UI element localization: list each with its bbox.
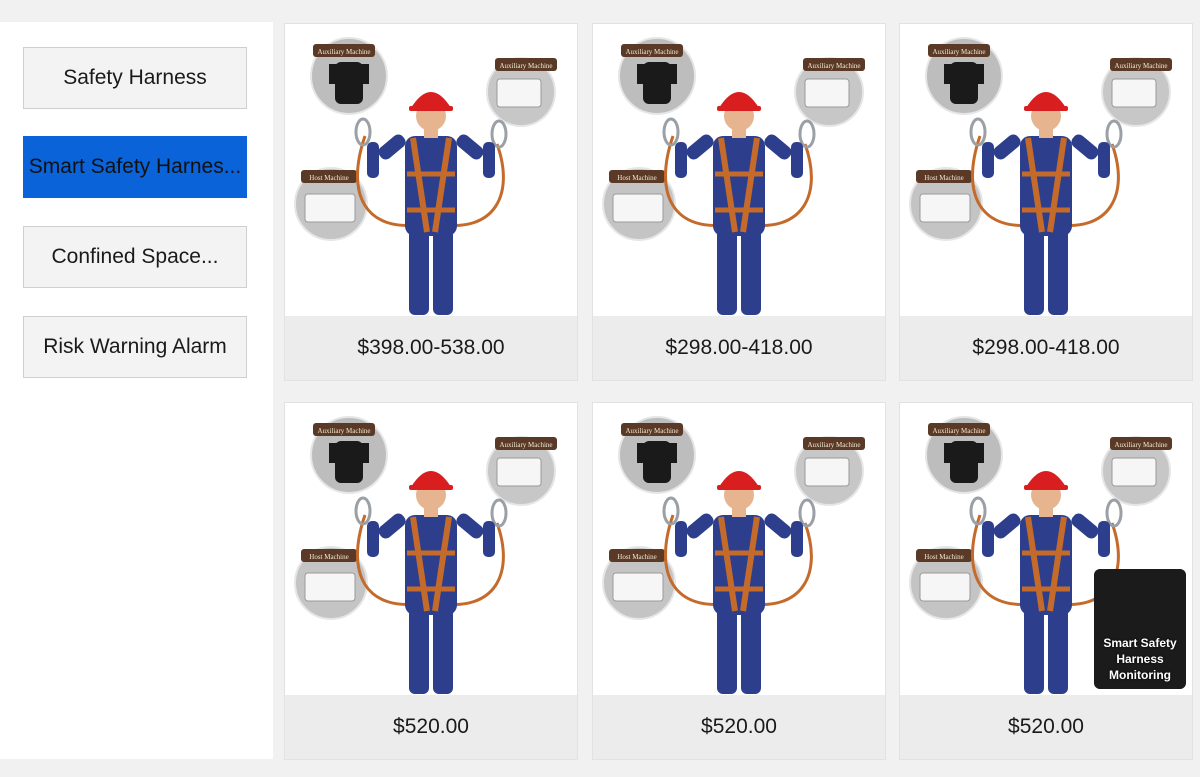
- svg-text:Host Machine: Host Machine: [617, 553, 656, 561]
- auxiliary-device-bubble: Auxiliary Machine: [794, 57, 865, 127]
- category-sidebar: Safety Harness Smart Safety Harnes... Co…: [0, 22, 273, 759]
- auxiliary-device-bubble: Auxiliary Machine: [618, 37, 696, 115]
- category-safety-harness[interactable]: Safety Harness: [23, 47, 247, 109]
- auxiliary-device-bubble: Auxiliary Machine: [486, 57, 557, 127]
- category-label: Risk Warning Alarm: [43, 335, 227, 358]
- category-risk-warning-alarm[interactable]: Risk Warning Alarm: [23, 316, 247, 378]
- svg-text:Host Machine: Host Machine: [924, 553, 963, 561]
- svg-text:Host Machine: Host Machine: [924, 174, 963, 182]
- category-confined-space[interactable]: Confined Space...: [23, 226, 247, 288]
- auxiliary-device-bubble: Auxiliary Machine: [925, 416, 1003, 494]
- worker-figure: [675, 471, 803, 694]
- product-image[interactable]: Auxiliary Machine Auxiliary Machine Host…: [593, 403, 885, 695]
- product-image[interactable]: Auxiliary Machine Auxiliary Machine Host…: [285, 403, 577, 695]
- svg-text:Auxiliary Machine: Auxiliary Machine: [1114, 62, 1167, 70]
- auxiliary-device-bubble: Auxiliary Machine: [486, 436, 557, 506]
- auxiliary-device-bubble: Auxiliary Machine: [925, 37, 1003, 115]
- svg-text:Auxiliary Machine: Auxiliary Machine: [932, 427, 985, 435]
- product-price: $398.00-538.00: [285, 316, 577, 380]
- product-image[interactable]: Auxiliary Machine Auxiliary Machine Host…: [593, 24, 885, 316]
- product-card[interactable]: Auxiliary Machine Auxiliary Machine Host…: [899, 402, 1193, 760]
- auxiliary-device-bubble: Auxiliary Machine: [1101, 436, 1172, 506]
- product-card[interactable]: Auxiliary Machine Auxiliary Machine Host…: [592, 23, 886, 381]
- svg-text:Auxiliary Machine: Auxiliary Machine: [1114, 441, 1167, 449]
- product-card[interactable]: Auxiliary Machine Auxiliary Machine Host…: [899, 23, 1193, 381]
- auxiliary-device-bubble: Auxiliary Machine: [618, 416, 696, 494]
- category-label: Safety Harness: [63, 66, 207, 89]
- product-price: $520.00: [285, 695, 577, 759]
- svg-text:Auxiliary Machine: Auxiliary Machine: [932, 48, 985, 56]
- product-price: $298.00-418.00: [593, 316, 885, 380]
- product-card[interactable]: Auxiliary Machine Auxiliary Machine Host…: [284, 23, 578, 381]
- product-price: $298.00-418.00: [900, 316, 1192, 380]
- svg-text:Auxiliary Machine: Auxiliary Machine: [807, 441, 860, 449]
- svg-text:Auxiliary Machine: Auxiliary Machine: [317, 427, 370, 435]
- monitoring-kit-case: Smart Safety Harness Monitoring: [1094, 569, 1186, 689]
- auxiliary-device-bubble: Auxiliary Machine: [310, 416, 388, 494]
- auxiliary-device-bubble: Auxiliary Machine: [794, 436, 865, 506]
- worker-figure: [675, 92, 803, 315]
- auxiliary-device-bubble: Auxiliary Machine: [310, 37, 388, 115]
- product-image[interactable]: Auxiliary Machine Auxiliary Machine Host…: [285, 24, 577, 316]
- product-card[interactable]: Auxiliary Machine Auxiliary Machine Host…: [592, 402, 886, 760]
- worker-figure: [982, 471, 1110, 694]
- svg-text:Host Machine: Host Machine: [309, 553, 348, 561]
- svg-text:Auxiliary Machine: Auxiliary Machine: [499, 441, 552, 449]
- product-card[interactable]: Auxiliary Machine Auxiliary Machine Host…: [284, 402, 578, 760]
- svg-text:Auxiliary Machine: Auxiliary Machine: [499, 62, 552, 70]
- svg-text:Auxiliary Machine: Auxiliary Machine: [625, 427, 678, 435]
- svg-text:Auxiliary Machine: Auxiliary Machine: [317, 48, 370, 56]
- category-label: Smart Safety Harnes...: [28, 155, 242, 178]
- category-smart-safety-harness[interactable]: Smart Safety Harnes...: [23, 136, 247, 198]
- product-price: $520.00: [593, 695, 885, 759]
- auxiliary-device-bubble: Auxiliary Machine: [1101, 57, 1172, 127]
- svg-text:Auxiliary Machine: Auxiliary Machine: [625, 48, 678, 56]
- svg-text:Host Machine: Host Machine: [617, 174, 656, 182]
- product-price: $520.00: [900, 695, 1192, 759]
- worker-figure: [367, 92, 495, 315]
- worker-figure: [982, 92, 1110, 315]
- product-image[interactable]: Auxiliary Machine Auxiliary Machine Host…: [900, 403, 1192, 695]
- svg-text:Host Machine: Host Machine: [309, 174, 348, 182]
- product-image[interactable]: Auxiliary Machine Auxiliary Machine Host…: [900, 24, 1192, 316]
- product-catalog-page: Safety Harness Smart Safety Harnes... Co…: [0, 0, 1200, 777]
- category-label: Confined Space...: [51, 245, 219, 268]
- worker-figure: [367, 471, 495, 694]
- svg-text:Auxiliary Machine: Auxiliary Machine: [807, 62, 860, 70]
